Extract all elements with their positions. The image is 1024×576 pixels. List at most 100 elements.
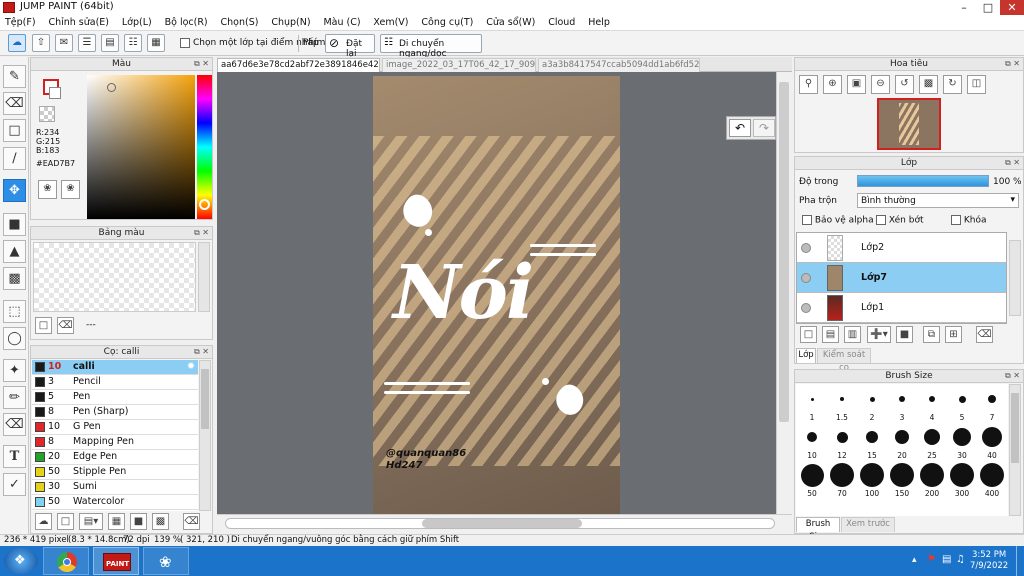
- delete-layer-icon[interactable]: ⌫: [976, 326, 993, 343]
- brush-item-calli[interactable]: 10 calli ✹: [32, 360, 198, 375]
- palette-scrollbar[interactable]: [198, 242, 210, 312]
- background-color-swatch[interactable]: [49, 87, 61, 99]
- palette-grid[interactable]: [33, 242, 196, 312]
- vertical-scrollbar-thumb[interactable]: [779, 82, 789, 422]
- brush-settings-icon[interactable]: ▦: [108, 513, 125, 530]
- bucket-tool-icon[interactable]: ▲: [3, 240, 26, 263]
- brush-group-icon[interactable]: ▩: [152, 513, 169, 530]
- taskbar-paint[interactable]: ❀: [143, 547, 189, 575]
- brush-item-pen[interactable]: 5 Pen: [32, 390, 198, 405]
- visibility-icon[interactable]: [801, 243, 811, 253]
- fill-rect-tool-icon[interactable]: ■: [3, 213, 26, 236]
- brush-size-item[interactable]: 3: [887, 386, 917, 424]
- brush-size-item[interactable]: 5: [947, 386, 977, 424]
- hue-slider[interactable]: [197, 75, 212, 219]
- tab-document-2[interactable]: image_2022_03_17T06_42_17_909Z.png: [382, 58, 536, 72]
- tab-brush-size[interactable]: Brush Size: [796, 517, 840, 542]
- menu-tools[interactable]: Công cụ(T): [416, 15, 478, 31]
- delete-brush-icon[interactable]: ⌫: [183, 513, 200, 530]
- opacity-slider[interactable]: [857, 175, 989, 187]
- brush-item-pencil[interactable]: 3 Pencil: [32, 375, 198, 390]
- protect-alpha-checkbox[interactable]: Bảo vệ alpha: [802, 215, 874, 226]
- panel-restore-icon[interactable]: ⧉ ✕: [194, 228, 209, 238]
- message-icon[interactable]: ☰: [78, 34, 96, 52]
- brush-size-item[interactable]: 4: [917, 386, 947, 424]
- zoom-icon[interactable]: ⚲: [799, 75, 818, 94]
- add-layer-menu-icon[interactable]: ➕▾: [867, 326, 891, 343]
- scrollbar-thumb[interactable]: [1011, 393, 1019, 463]
- saturation-value-field[interactable]: [87, 75, 195, 219]
- brush-cloud-icon[interactable]: ☁: [35, 513, 52, 530]
- brush-size-item[interactable]: 1.5: [827, 386, 857, 424]
- brush-size-item[interactable]: 10: [797, 424, 827, 462]
- brush-size-item[interactable]: 400: [977, 462, 1007, 500]
- new-brush-icon[interactable]: □: [57, 513, 74, 530]
- tray-clock[interactable]: 3:52 PM 7/9/2022: [970, 550, 1008, 572]
- brush-size-item[interactable]: 50: [797, 462, 827, 500]
- brush-item-pen-sharp[interactable]: 8 Pen (Sharp): [32, 405, 198, 420]
- comment-icon[interactable]: ✉: [55, 34, 73, 52]
- menu-file[interactable]: Tệp(F): [0, 15, 41, 31]
- brush-size-grid[interactable]: 1 1.5 2 3 4 5 7 10 12 15 20 25 30 40 50 70 100 150 200 300 4…: [796, 384, 1008, 516]
- canvas-image[interactable]: Nói @quanquan86 Hd247: [373, 76, 620, 514]
- brush-item-mapping-pen[interactable]: 8 Mapping Pen: [32, 435, 198, 450]
- rotate-right-icon[interactable]: ↻: [943, 75, 962, 94]
- blend-mode-select[interactable]: Bình thường ▾: [857, 193, 1019, 208]
- new-color-layer-icon[interactable]: ▥: [844, 326, 861, 343]
- panel-restore-icon[interactable]: ⧉ ✕: [1005, 158, 1020, 168]
- tray-network-icon[interactable]: ▤: [942, 554, 951, 565]
- text-tool-icon[interactable]: T: [3, 445, 26, 468]
- horizontal-scrollbar[interactable]: [217, 514, 792, 532]
- menu-select[interactable]: Chọn(S): [216, 15, 264, 31]
- brush-size-item[interactable]: 25: [917, 424, 947, 462]
- menu-capture[interactable]: Chụp(N): [266, 15, 315, 31]
- delete-palette-icon[interactable]: ⌫: [57, 317, 74, 334]
- new-raster-layer-icon[interactable]: ▤: [822, 326, 839, 343]
- flip-icon[interactable]: ◫: [967, 75, 986, 94]
- rectangle-tool-icon[interactable]: □: [3, 119, 26, 142]
- close-button[interactable]: ✕: [1000, 0, 1024, 15]
- lock-checkbox[interactable]: Khóa: [951, 215, 987, 226]
- tab-layer[interactable]: Lớp: [796, 348, 816, 363]
- menu-filter[interactable]: Bộ lọc(R): [160, 15, 213, 31]
- transparent-color-swatch[interactable]: [39, 106, 55, 122]
- rotate-left-icon[interactable]: ↺: [895, 75, 914, 94]
- panel-restore-icon[interactable]: ⧉ ✕: [194, 59, 209, 69]
- brush-item-watercolor[interactable]: 50 Watercolor: [32, 495, 198, 510]
- vertical-scrollbar[interactable]: [776, 72, 791, 514]
- brush-size-item[interactable]: 40: [977, 424, 1007, 462]
- list-icon[interactable]: ☷: [124, 34, 142, 52]
- show-desktop-button[interactable]: [1016, 546, 1024, 576]
- menu-color[interactable]: Màu (C): [318, 15, 365, 31]
- menu-help[interactable]: Help: [583, 15, 615, 31]
- layer-row-lop1[interactable]: Lớp1: [797, 293, 1006, 323]
- eraser-tool-icon[interactable]: ⌫: [3, 92, 26, 115]
- brush-size-item[interactable]: 1: [797, 386, 827, 424]
- visibility-icon[interactable]: [801, 303, 811, 313]
- color-picker-icon[interactable]: ❀: [61, 180, 80, 199]
- brush-size-item[interactable]: 70: [827, 462, 857, 500]
- tab-document-3[interactable]: a3a3b8417547ccab5094dd1ab6fd52bf.jpg: [538, 58, 700, 72]
- zoom-in-icon[interactable]: ⊕: [823, 75, 842, 94]
- start-button[interactable]: ❖: [4, 548, 38, 574]
- grid-icon[interactable]: ▦: [147, 34, 165, 52]
- visibility-icon[interactable]: [801, 273, 811, 283]
- scrollbar-thumb[interactable]: [201, 369, 209, 429]
- brush-folder-icon[interactable]: ■: [130, 513, 147, 530]
- merge-layer-icon[interactable]: ⊞: [945, 326, 962, 343]
- brush-item-sumi[interactable]: 30 Sumi: [32, 480, 198, 495]
- select-layer-checkbox[interactable]: [180, 38, 190, 49]
- brush-item-g-pen[interactable]: 10 G Pen: [32, 420, 198, 435]
- tray-volume-icon[interactable]: ♫: [956, 554, 965, 565]
- palette-icon[interactable]: ❀: [38, 180, 57, 199]
- brush-size-item[interactable]: 100: [857, 462, 887, 500]
- brush-tool-icon[interactable]: ✎: [3, 65, 26, 88]
- tray-flag-icon[interactable]: ⚑: [927, 554, 936, 565]
- brush-item-edge-pen[interactable]: 20 Edge Pen: [32, 450, 198, 465]
- brush-size-item[interactable]: 200: [917, 462, 947, 500]
- eyedropper-tool-icon[interactable]: ✓: [3, 473, 26, 496]
- move-tool-icon[interactable]: ✥: [3, 179, 26, 202]
- brush-item-stipple-pen[interactable]: 50 Stipple Pen: [32, 465, 198, 480]
- brush-size-item[interactable]: 12: [827, 424, 857, 462]
- upload-icon[interactable]: ⇧: [32, 34, 50, 52]
